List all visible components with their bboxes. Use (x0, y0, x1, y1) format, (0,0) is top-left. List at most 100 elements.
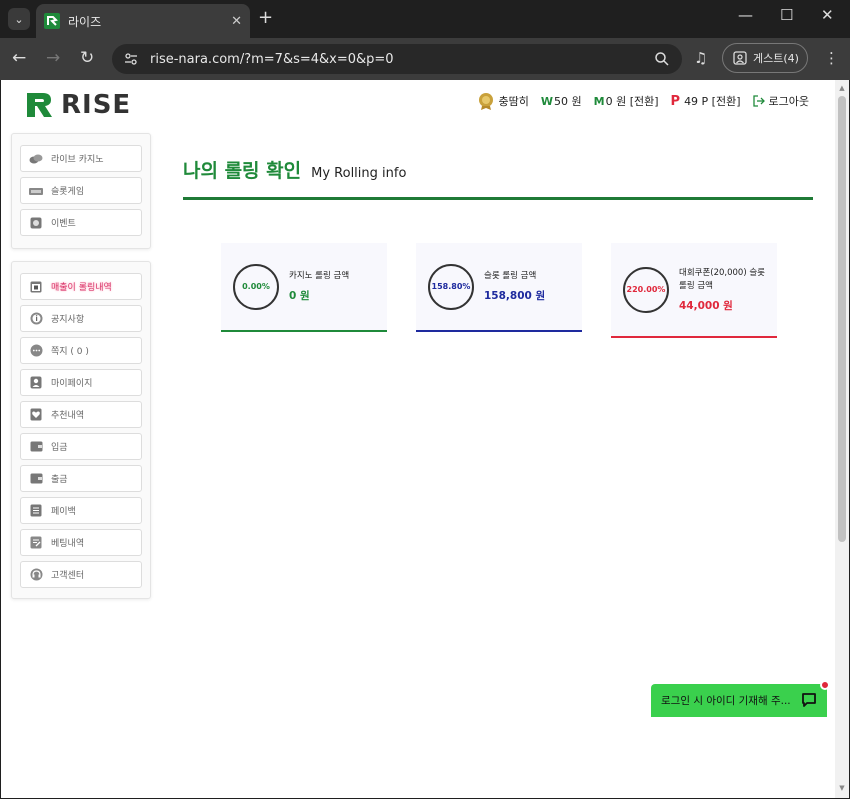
maximize-icon[interactable]: ☐ (780, 6, 793, 24)
media-control-icon[interactable]: ♫ (694, 48, 707, 68)
page-title: 나의 롤링 확인 My Rolling info (183, 156, 406, 183)
balance-value: 50 원 (554, 95, 582, 108)
close-tab-icon[interactable]: ✕ (231, 14, 242, 29)
won-icon: W (540, 94, 554, 108)
user-bar: 충땀히 W 50 원 M 0 원 [전환] P 49 P [전환] 로그아웃 (465, 92, 809, 110)
tab-search-button[interactable]: ⌄ (8, 8, 30, 30)
forward-icon[interactable]: → (46, 48, 60, 68)
minimize-icon[interactable]: — (738, 6, 753, 24)
coupon-rolling-amount: 44,000 원 (679, 299, 733, 312)
sidebar-item-label: 고객센터 (51, 571, 85, 581)
back-icon[interactable]: ← (12, 48, 26, 68)
title-divider (183, 197, 813, 200)
user-profile[interactable]: 충땀히 (477, 92, 529, 110)
coupon-rolling-label: 대회쿠폰(20,000) 슬롯 롤링 금액 (679, 267, 765, 291)
sidebar-item-label: 마이페이지 (51, 379, 93, 389)
username: 충땀히 (498, 95, 529, 108)
slot-icon (29, 184, 43, 198)
reload-icon[interactable]: ↻ (80, 48, 94, 68)
event-icon (29, 216, 43, 230)
withdraw-icon (29, 472, 43, 486)
chat-message: 로그인 시 아이디 기재해 주... (661, 695, 791, 707)
sidebar-menu: 매출이 롤링내역 공지사항 쪽지 ( 0 ) 마이페이지 추천내역 입금 출금 … (11, 261, 151, 599)
sidebar-item-label: 입금 (51, 443, 68, 453)
scrollbar-thumb[interactable] (838, 96, 846, 542)
scroll-up-icon[interactable]: ▲ (838, 84, 846, 92)
sidebar-item-label: 추천내역 (51, 411, 85, 421)
slot-rolling-amount: 158,800 원 (484, 290, 546, 302)
page-title-english: My Rolling info (311, 166, 407, 181)
sidebar-item-deposit[interactable]: 입금 (20, 433, 142, 460)
sidebar-item-label: 페이백 (51, 507, 76, 517)
page-title-korean: 나의 롤링 확인 (183, 160, 302, 182)
zoom-icon[interactable] (654, 51, 670, 67)
sidebar-games: 라이브 카지노 슬롯게임 이벤트 (11, 133, 151, 249)
sidebar-item-rolling[interactable]: 매출이 롤링내역 (20, 273, 142, 300)
sidebar-item-betting[interactable]: 베팅내역 (20, 529, 142, 556)
casino-rolling-amount: 0 원 (289, 290, 310, 302)
sidebar-item-label: 베팅내역 (51, 539, 85, 549)
m-balance-value: 0 원 [전환] (605, 95, 659, 108)
browser-toolbar: ← → ↻ rise-nara.com/?m=7&s=4&x=0&p=0 ♫ 게… (0, 38, 850, 80)
casino-rolling-percent: 0.00% (233, 263, 279, 310)
points-value: 49 P [전환] (684, 95, 741, 108)
close-window-icon[interactable]: ✕ (821, 6, 834, 24)
site-logo[interactable]: RISE (25, 90, 131, 120)
coupon-rolling-percent: 220.00% (623, 266, 669, 313)
chat-notification-badge (820, 680, 830, 690)
points-icon: P (670, 93, 681, 109)
chevron-down-icon: ⌄ (14, 12, 24, 26)
deposit-icon (29, 440, 43, 454)
sidebar-item-support[interactable]: 고객센터 (20, 561, 142, 588)
sidebar-item-label: 라이브 카지노 (51, 155, 104, 165)
coupon-rolling-card: 220.00% 대회쿠폰(20,000) 슬롯 롤링 금액 44,000 원 (611, 243, 777, 338)
slot-rolling-percent: 158.80% (428, 263, 474, 310)
won-balance: W 50 원 (541, 93, 582, 109)
browser-tab[interactable]: 라이즈 ✕ (36, 4, 250, 38)
sidebar-item-slot[interactable]: 슬롯게임 (20, 177, 142, 204)
sidebar-item-live-casino[interactable]: 라이브 카지노 (20, 145, 142, 172)
casino-rolling-card: 0.00% 카지노 롤링 금액 0 원 (221, 243, 387, 332)
user-icon (29, 376, 43, 390)
slot-rolling-card: 158.80% 슬롯 롤링 금액 158,800 원 (416, 243, 582, 332)
payback-icon (29, 504, 43, 518)
profile-icon (733, 51, 747, 65)
sidebar-item-event[interactable]: 이벤트 (20, 209, 142, 236)
profile-label: 게스트(4) (753, 52, 799, 65)
points-balance[interactable]: P 49 P [전환] (671, 93, 741, 109)
new-tab-button[interactable]: + (258, 8, 273, 28)
sidebar-item-mypage[interactable]: 마이페이지 (20, 369, 142, 396)
scroll-down-icon[interactable]: ▼ (838, 784, 846, 792)
sidebar-item-label: 슬롯게임 (51, 187, 85, 197)
profile-button[interactable]: 게스트(4) (722, 43, 808, 73)
chip-icon (29, 152, 43, 166)
sidebar-item-notice[interactable]: 공지사항 (20, 305, 142, 332)
sidebar-item-withdraw[interactable]: 출금 (20, 465, 142, 492)
calendar-icon (29, 280, 43, 294)
logout-button[interactable]: 로그아웃 (752, 93, 809, 109)
sidebar-item-label: 이벤트 (51, 219, 76, 229)
chat-bubble-icon (802, 693, 816, 707)
level-badge-icon (478, 93, 493, 110)
sidebar-item-label: 쪽지 ( 0 ) (51, 347, 89, 357)
more-menu-icon[interactable]: ⋮ (824, 48, 839, 68)
sidebar-item-label: 출금 (51, 475, 68, 485)
casino-rolling-label: 카지노 롤링 금액 (289, 271, 350, 281)
betting-icon (29, 536, 43, 550)
rise-logo-icon (27, 93, 52, 117)
sidebar-item-messages[interactable]: 쪽지 ( 0 ) (20, 337, 142, 364)
address-bar[interactable]: rise-nara.com/?m=7&s=4&x=0&p=0 (112, 44, 682, 74)
m-icon: M (593, 94, 605, 108)
page-scrollbar[interactable]: ▲ ▼ (835, 80, 849, 798)
site-info-icon[interactable] (124, 52, 138, 66)
tab-title: 라이즈 (68, 14, 102, 29)
slot-rolling-label: 슬롯 롤링 금액 (484, 271, 537, 281)
logout-icon (752, 95, 765, 107)
m-balance[interactable]: M 0 원 [전환] (594, 93, 659, 109)
sidebar-item-referral[interactable]: 추천내역 (20, 401, 142, 428)
sidebar-item-payback[interactable]: 페이백 (20, 497, 142, 524)
sidebar-item-label: 공지사항 (51, 315, 85, 325)
url-text: rise-nara.com/?m=7&s=4&x=0&p=0 (150, 51, 394, 67)
chat-widget[interactable]: 로그인 시 아이디 기재해 주... (651, 684, 827, 717)
logo-text: RISE (61, 90, 132, 120)
